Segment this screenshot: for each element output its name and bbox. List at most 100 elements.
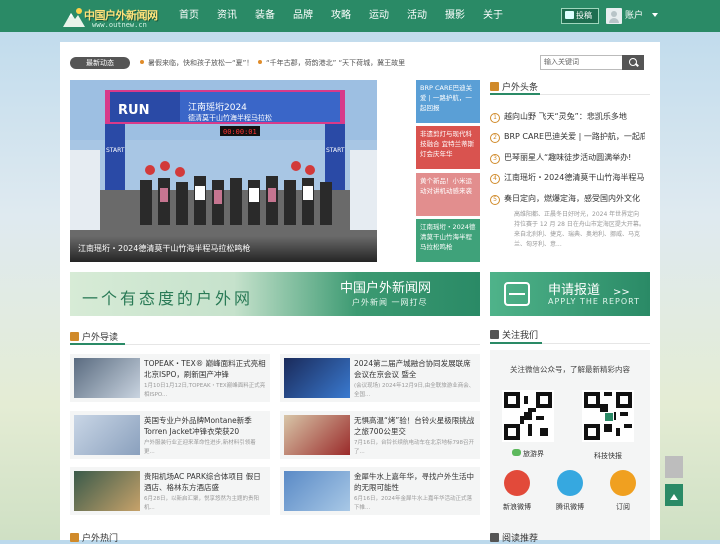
side-tile-text: BRP CARE巴迪关爱 | 一路护航，一起回报 bbox=[420, 84, 473, 112]
search-icon[interactable] bbox=[622, 55, 644, 70]
ticker-label: 最新动态 bbox=[70, 57, 130, 69]
section-accent-line bbox=[490, 93, 540, 95]
guide-card-desc: 1月10日1月12日,TOPEAK・TEX巅峰面料正式亮相ISPO... bbox=[144, 383, 266, 398]
hot-outdoor-title-text: 户外热门 bbox=[82, 534, 119, 544]
floating-share-button[interactable] bbox=[665, 456, 683, 478]
guide-card-title: 无惧高温“烤”验！台铃火星极限挑战之旅700公里交 bbox=[354, 416, 475, 436]
apply-report-subtitle: APPLY THE REPORT bbox=[548, 297, 641, 306]
tv-icon bbox=[490, 330, 499, 339]
apply-report-title: 申请报道 bbox=[548, 283, 601, 298]
guide-card[interactable]: 贵阳机场AC PARK综合体项目 假日酒店、格林东方酒店盛 6月28日，以新启汇… bbox=[70, 467, 270, 515]
account-menu[interactable]: 账户 bbox=[625, 0, 643, 32]
guide-card-thumbnail bbox=[284, 471, 350, 511]
guide-card[interactable]: 无惧高温“烤”验！台铃火星极限挑战之旅700公里交 7月16日，台铃长续航电动车… bbox=[280, 411, 480, 459]
nav-brand[interactable]: 品牌 bbox=[284, 0, 322, 32]
book-icon bbox=[490, 533, 499, 542]
list-item-text: 巴琴丽星人“趣味徒步活动圆满举办! bbox=[504, 153, 632, 162]
list-item[interactable]: 3 巴琴丽星人“趣味徒步活动圆满举办! bbox=[490, 152, 645, 164]
side-tile-text: 非遗剪灯与现代科技融合 宜特兰蒂斯灯会庆年华 bbox=[420, 130, 475, 158]
qr-code-tech-news bbox=[582, 390, 634, 442]
nav-gear[interactable]: 装备 bbox=[246, 0, 284, 32]
banner-slogan: 一个有态度的户外网 bbox=[82, 289, 254, 308]
svg-text:00:00:01: 00:00:01 bbox=[223, 128, 257, 136]
chevron-down-icon[interactable] bbox=[652, 13, 658, 20]
svg-text:RUN: RUN bbox=[118, 103, 149, 118]
nav-about[interactable]: 关于 bbox=[474, 0, 512, 32]
side-tile[interactable]: BRP CARE巴迪关爱 | 一路护航，一起回报 bbox=[416, 80, 480, 123]
guide-card[interactable]: 金犀牛水上嘉年华，寻找户外生活中的无限可能性 6月16日，2024年金犀牛水上嘉… bbox=[280, 467, 480, 515]
qr-label-text: 旅游界 bbox=[523, 450, 544, 458]
guide-card-desc: (会议现场) 2024年12月9日,由全联旅游业商会、全国... bbox=[354, 383, 475, 398]
double-arrow-icon: >> bbox=[613, 287, 630, 298]
guide-card-thumbnail bbox=[74, 358, 140, 398]
qr-code-lvyoujie bbox=[502, 390, 554, 442]
guide-card[interactable]: TOPEAK・TEX® 巅峰面料正式亮相北京ISPO，刷新国产冲锋 1月10日1… bbox=[70, 354, 270, 402]
hero-marathon-image: RUN 江南瑶垳2024 德清莫干山竹海半程马拉松 START START 00… bbox=[70, 80, 377, 262]
sina-weibo-label[interactable]: 新浪微博 bbox=[492, 502, 542, 512]
site-logo[interactable]: 中国户外新闻网 www.outnew.cn bbox=[62, 3, 172, 31]
sina-weibo-icon[interactable] bbox=[504, 470, 530, 496]
guide-card-thumbnail bbox=[284, 358, 350, 398]
back-to-top-button[interactable] bbox=[665, 484, 683, 506]
tencent-weibo-label[interactable]: 腾讯微博 bbox=[545, 502, 595, 512]
guide-card[interactable]: 英国专业户外品牌Montane新季Torren Jacket冲锋衣荣获20 户外… bbox=[70, 411, 270, 459]
nav-events[interactable]: 活动 bbox=[398, 0, 436, 32]
apply-report-banner[interactable]: 申请报道 APPLY THE REPORT >> bbox=[490, 272, 650, 316]
list-item-text: 越向山野 飞天“灵兔”：悲凯乐多地 bbox=[504, 112, 627, 121]
hero-carousel[interactable]: RUN 江南瑶垳2024 德清莫干山竹海半程马拉松 START START 00… bbox=[70, 80, 377, 262]
news-ticker: 最新动态 暑假来临，快和孩子放松一“夏”！ “千年古郡，荷韵港北” “天下荷城，… bbox=[70, 55, 480, 71]
section-accent-line bbox=[70, 343, 125, 345]
guide-card-thumbnail bbox=[74, 471, 140, 511]
ticker-item[interactable]: “千年古郡，荷韵港北” “天下荷城，冀王故里 bbox=[258, 58, 405, 68]
hero-caption[interactable]: 江南瑶垳・2024德清莫干山竹海半程马拉松鸣枪 bbox=[70, 236, 377, 262]
number-badge-4-icon: 4 bbox=[490, 174, 500, 184]
nav-sports[interactable]: 运动 bbox=[360, 0, 398, 32]
list-item[interactable]: 4 江南瑶垳・2024德清莫干山竹海半程马 bbox=[490, 172, 645, 184]
nav-photo[interactable]: 摄影 bbox=[436, 0, 474, 32]
qr-label-tech-news: 科技快报 bbox=[594, 452, 622, 460]
follow-intro: 关注微信公众号，了解最新精彩内容 bbox=[510, 365, 630, 374]
guide-card[interactable]: 2024第二届产城融合协同发展联席会议在京会议 暨全 (会议现场) 2024年1… bbox=[280, 354, 480, 402]
tencent-weibo-icon[interactable] bbox=[557, 470, 583, 496]
outdoor-guide-title: 户外导读 bbox=[70, 330, 118, 343]
featured-news-text: 高维阳都、正晨冬日好时光，2024 年世界定向持位赛于 12 月 28 日在舟山… bbox=[514, 211, 645, 248]
site-slogan-banner[interactable]: 一个有态度的户外网 中国户外新闻网 户外新闻 一网打尽 bbox=[70, 272, 480, 316]
guide-card-title: 金犀牛水上嘉年华，寻找户外生活中的无限可能性 bbox=[354, 472, 474, 492]
side-tile[interactable]: 非遗剪灯与现代科技融合 宜特兰蒂斯灯会庆年华 bbox=[416, 126, 480, 169]
user-avatar-icon[interactable] bbox=[606, 8, 622, 24]
banner-subtitle: 户外新闻 一网打尽 bbox=[352, 298, 428, 307]
ticker-item[interactable]: 暑假来临，快和孩子放松一“夏”！ bbox=[140, 58, 253, 68]
ticker-item-text: “千年古郡，荷韵港北” “天下荷城，冀王故里 bbox=[266, 59, 406, 67]
mountain-logo-icon bbox=[63, 8, 85, 27]
wechat-icon bbox=[512, 449, 521, 456]
nav-home[interactable]: 首页 bbox=[170, 0, 208, 32]
nav-news[interactable]: 资讯 bbox=[208, 0, 246, 32]
hot-outdoor-title: 户外热门 bbox=[70, 531, 118, 544]
contribute-button[interactable]: 投稿 bbox=[561, 8, 599, 24]
reading-recommend-title: 阅读推荐 bbox=[490, 531, 538, 544]
list-item[interactable]: 2 BRP CARE巴迪关爱 | 一路护航，一起庇 bbox=[490, 131, 645, 143]
guide-card-title: TOPEAK・TEX® 巅峰面料正式亮相北京ISPO，刷新国产冲锋 bbox=[144, 359, 266, 379]
list-item-text: 江南瑶垳・2024德清莫干山竹海半程马 bbox=[504, 173, 645, 182]
list-item[interactable]: 1 越向山野 飞天“灵兔”：悲凯乐多地 bbox=[490, 111, 645, 123]
featured-news-summary[interactable]: 高维阳都、正晨冬日好时光，2024 年世界定向持位赛于 12 月 28 日在舟山… bbox=[490, 190, 645, 260]
svg-text:德清莫干山竹海半程马拉松: 德清莫干山竹海半程马拉松 bbox=[188, 113, 272, 122]
guide-card-title: 2024第二届产城融合协同发展联席会议在京会议 暨全 bbox=[354, 359, 471, 379]
guide-card-title: 贵阳机场AC PARK综合体项目 假日酒店、格林东方酒店盛 bbox=[144, 472, 261, 492]
number-badge-3-icon: 3 bbox=[490, 154, 500, 164]
guide-card-thumbnail bbox=[284, 415, 350, 455]
qr-code-icon bbox=[504, 392, 552, 440]
side-tile[interactable]: 江南瑶垳・2024德清莫干山竹海半程马拉松鸣枪 bbox=[416, 219, 480, 262]
rss-subscribe-icon[interactable] bbox=[610, 470, 636, 496]
guide-icon bbox=[70, 332, 79, 341]
side-tile-text: 黄个新品！小米运动对讲机动感来袭 bbox=[420, 177, 472, 195]
svg-text:START: START bbox=[106, 147, 125, 154]
logo-mark-icon bbox=[604, 412, 614, 422]
guide-card-title: 英国专业户外品牌Montane新季Torren Jacket冲锋衣荣获20 bbox=[144, 416, 252, 436]
nav-guides[interactable]: 攻略 bbox=[322, 0, 360, 32]
subscribe-label[interactable]: 订阅 bbox=[598, 502, 648, 512]
guide-card-thumbnail bbox=[74, 415, 140, 455]
reading-recommend-title-text: 阅读推荐 bbox=[502, 534, 539, 544]
svg-text:START: START bbox=[326, 147, 345, 154]
side-tile[interactable]: 黄个新品！小米运动对讲机动感来袭 bbox=[416, 173, 480, 216]
